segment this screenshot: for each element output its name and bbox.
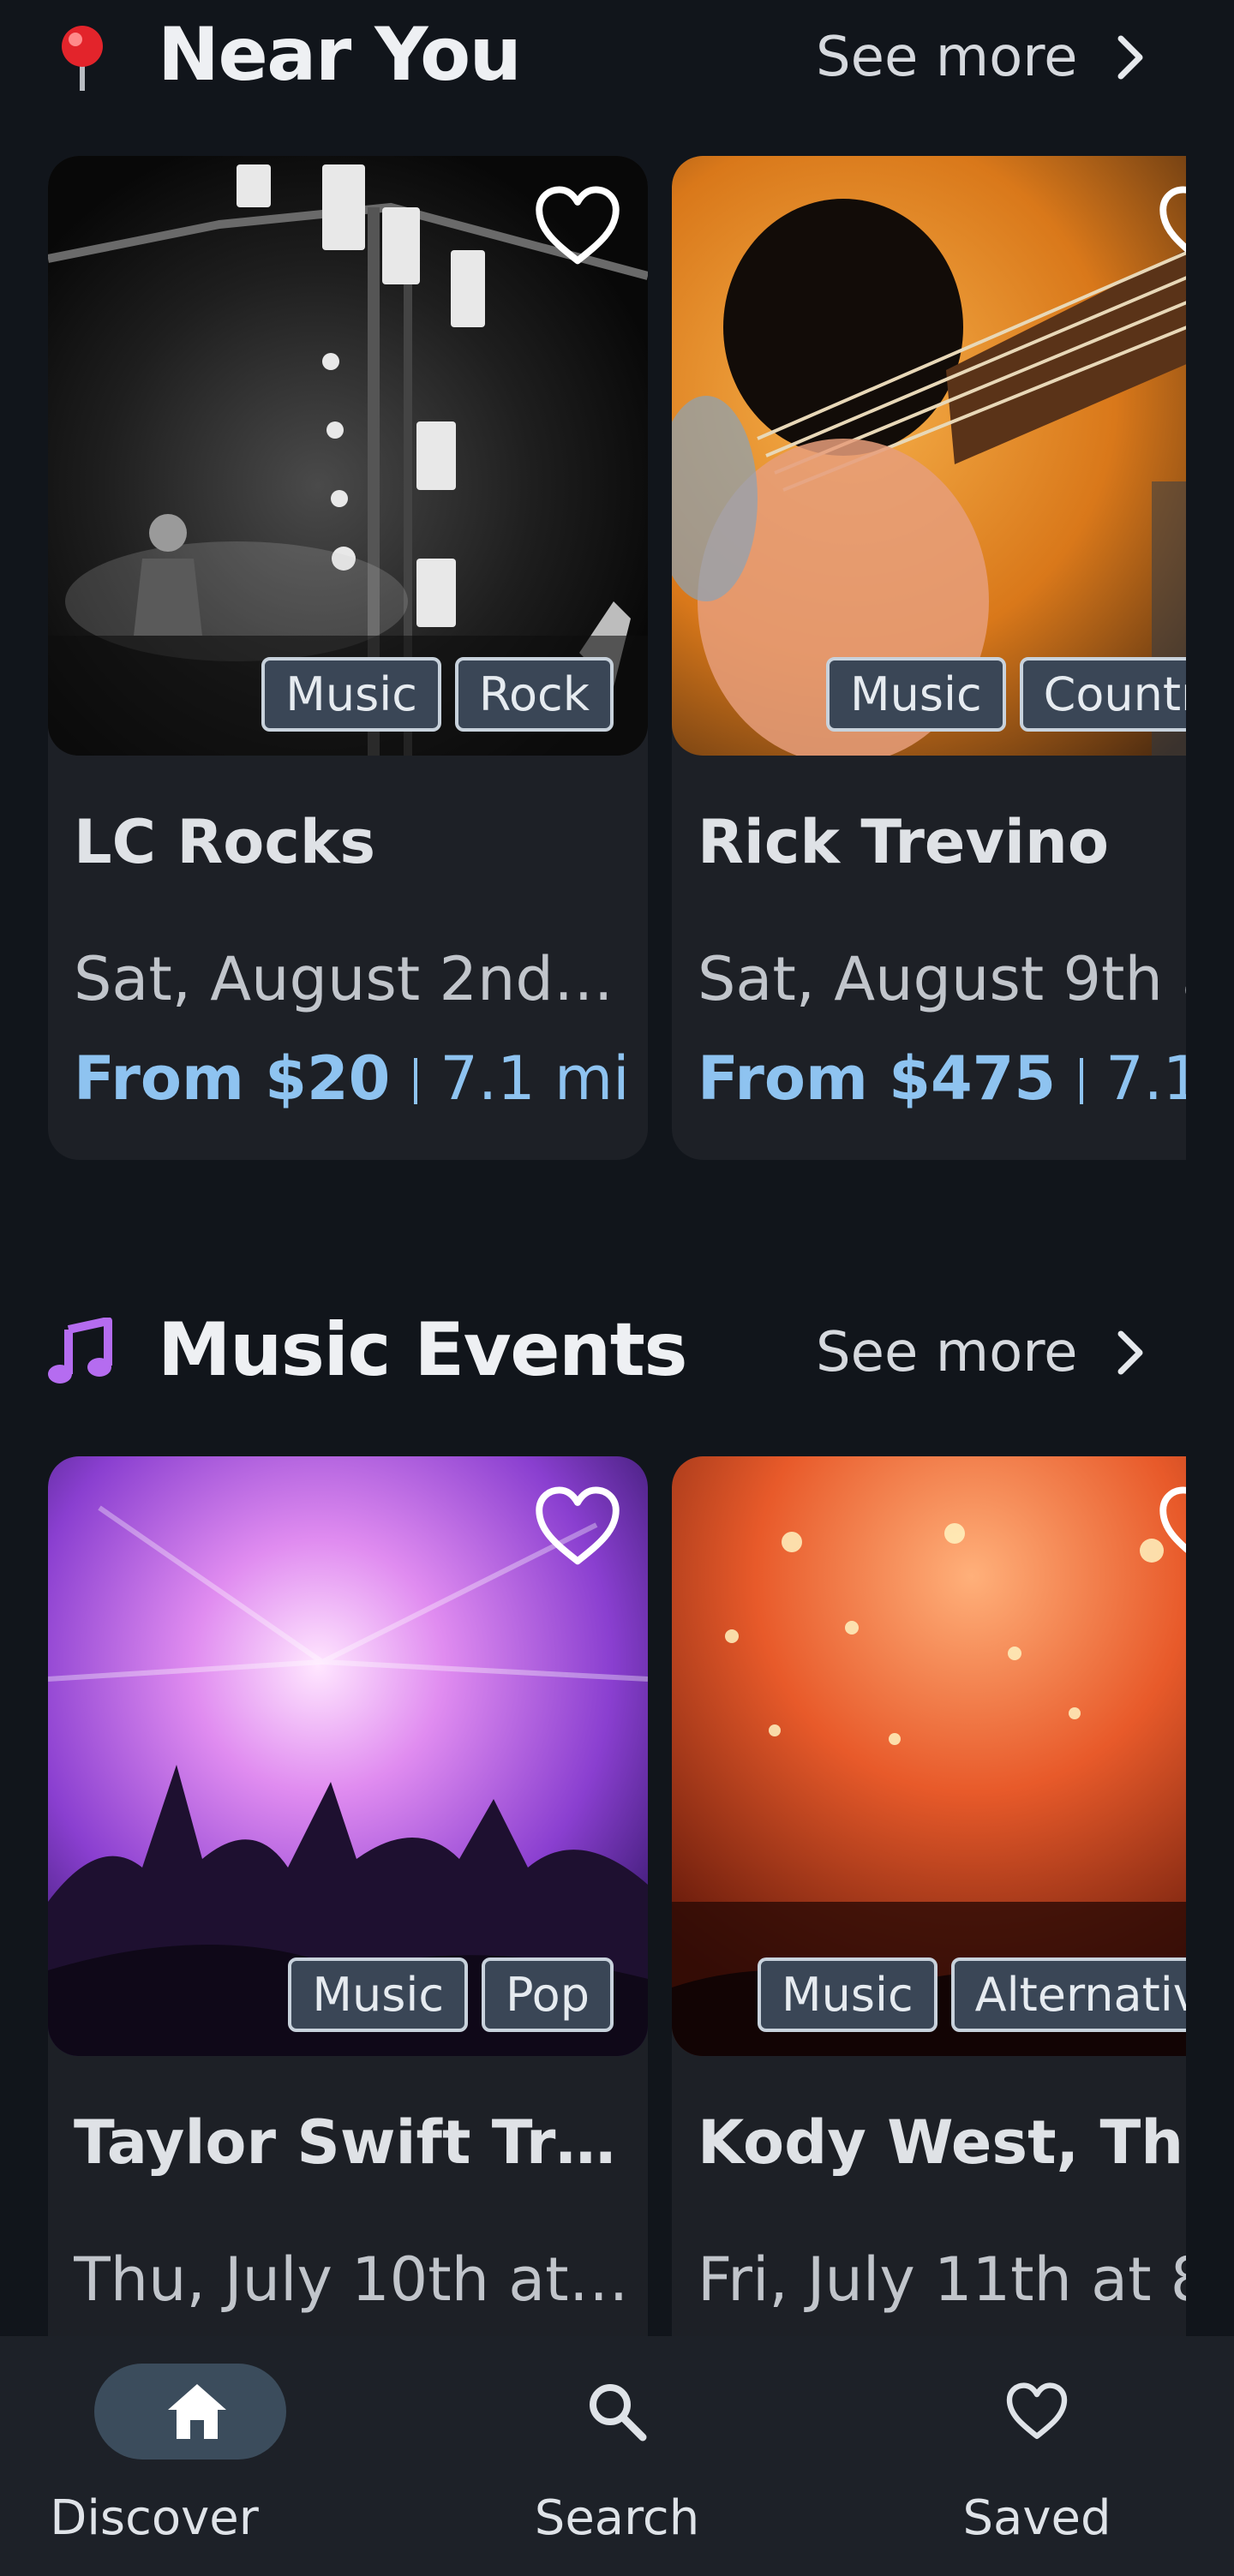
event-tags: Music Countr [826, 657, 1186, 732]
near-you-carousel[interactable]: Music Rock LC Rocks Sat, August 2nd a… F… [48, 156, 1186, 1167]
event-price: From $20 [74, 1043, 391, 1114]
music-events-carousel[interactable]: Music Pop Taylor Swift Tribute Thu, July… [48, 1456, 1186, 2467]
event-card[interactable]: Music Pop Taylor Swift Tribute Thu, July… [48, 1456, 648, 2460]
see-more-button[interactable]: See more [816, 26, 1148, 89]
search-icon [590, 2384, 647, 2442]
tag-badge: Music [826, 657, 1006, 732]
event-tags: Music Alternativ [758, 1957, 1186, 2032]
round-pushpin-icon [62, 26, 103, 91]
bottom-navigation: Discover Search Saved [0, 2336, 1234, 2576]
chevron-right-icon [1117, 35, 1142, 80]
event-price: From $475 [698, 1043, 1057, 1114]
event-image: Music Pop [48, 1456, 648, 2056]
event-tags: Music Rock [48, 657, 614, 732]
tag-badge: Pop [482, 1957, 614, 2032]
musical-note-icon [48, 1318, 112, 1384]
chevron-right-icon [1117, 1330, 1142, 1375]
event-title: Kody West, The W [698, 2107, 1186, 2178]
event-distance: 7.1 mi [440, 1043, 630, 1114]
heart-icon [1006, 2382, 1068, 2439]
favorite-heart-icon[interactable] [530, 1479, 626, 1575]
event-image: Music Countr [672, 156, 1186, 756]
event-distance: 7.1 mi [1105, 1043, 1186, 1114]
event-price-distance: From $475 7.1 mi [698, 1043, 1186, 1114]
see-more-label: See more [816, 1321, 1078, 1384]
tag-badge: Rock [454, 657, 614, 732]
section-title: Music Events [158, 1307, 688, 1393]
tag-badge: Music [261, 657, 441, 732]
event-date: Fri, July 11th at 8 [698, 2244, 1186, 2315]
event-card[interactable]: Music Alternativ Kody West, The W Fri, J… [672, 1456, 1186, 2460]
event-title: LC Rocks [74, 807, 376, 877]
event-date: Thu, July 10th at … [74, 2244, 631, 2315]
event-date: Sat, August 9th a [698, 944, 1186, 1014]
event-price-distance: From $20 7.1 mi [74, 1043, 630, 1114]
tag-badge: Countr [1019, 657, 1186, 732]
nav-label: Saved [962, 2490, 1111, 2546]
nav-label: Discover [50, 2490, 259, 2546]
favorite-heart-icon[interactable] [530, 178, 626, 274]
nav-search[interactable]: Search [463, 2336, 771, 2576]
event-title: Taylor Swift Tribute [74, 2107, 631, 2178]
nav-label: Search [534, 2490, 700, 2546]
event-date: Sat, August 2nd a… [74, 944, 631, 1014]
event-title: Rick Trevino [698, 807, 1109, 877]
see-more-button[interactable]: See more [816, 1321, 1148, 1384]
favorite-heart-icon[interactable] [1153, 178, 1186, 274]
favorite-heart-icon[interactable] [1153, 1479, 1186, 1575]
event-card[interactable]: Music Countr Rick Trevino Sat, August 9t… [672, 156, 1186, 1160]
event-image: Music Alternativ [672, 1456, 1186, 2056]
section-title: Near You [158, 12, 522, 98]
near-you-header: Near You See more [48, 7, 1234, 101]
nav-saved[interactable]: Saved [883, 2336, 1191, 2576]
home-icon [168, 2384, 226, 2439]
event-tags: Music Pop [48, 1957, 614, 2032]
see-more-label: See more [816, 26, 1078, 89]
meta-divider [414, 1058, 418, 1104]
music-events-header: Music Events See more [48, 1302, 1234, 1396]
tag-badge: Music [758, 1957, 937, 2032]
nav-discover[interactable]: Discover [43, 2336, 351, 2576]
meta-divider [1080, 1058, 1084, 1104]
event-image: Music Rock [48, 156, 648, 756]
tag-badge: Alternativ [950, 1957, 1186, 2032]
event-card[interactable]: Music Rock LC Rocks Sat, August 2nd a… F… [48, 156, 648, 1160]
tag-badge: Music [288, 1957, 469, 2032]
